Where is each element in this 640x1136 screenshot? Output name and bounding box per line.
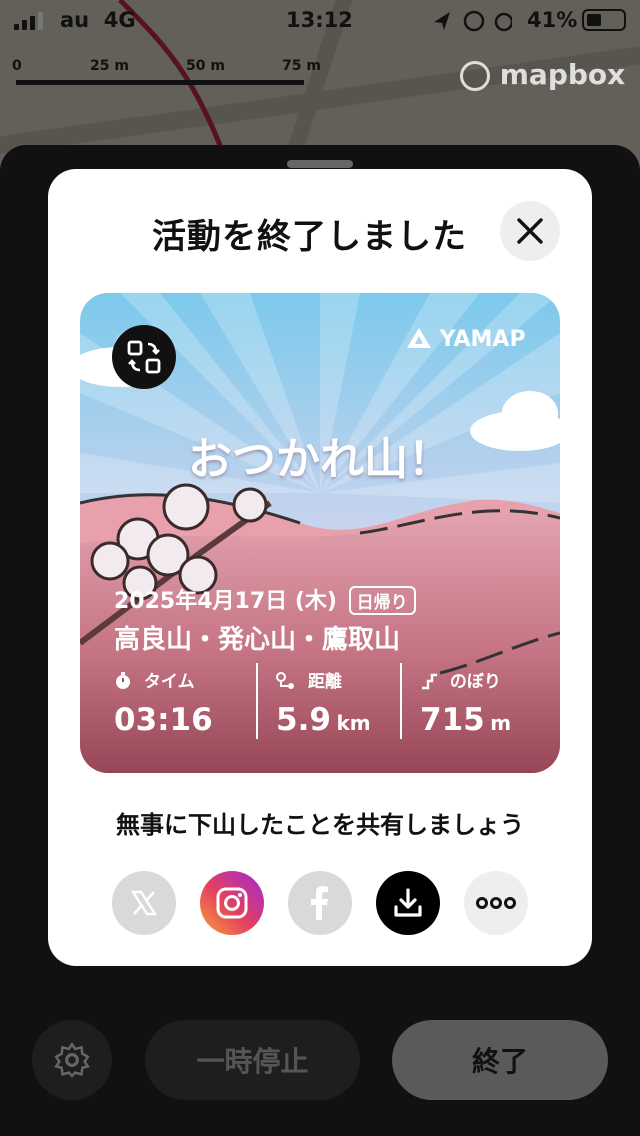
more-options-button[interactable] bbox=[464, 871, 528, 935]
pause-button[interactable]: 一時停止 bbox=[145, 1020, 360, 1100]
activity-date: 2025年4月17日 (木) 日帰り bbox=[114, 583, 416, 615]
signal-icon bbox=[14, 12, 43, 30]
close-button[interactable] bbox=[500, 201, 560, 261]
card-headline: おつかれ山！ bbox=[188, 434, 452, 485]
rotation-lock-icon bbox=[463, 10, 485, 32]
location-icon bbox=[434, 12, 450, 30]
carrier-label: au 4G bbox=[60, 8, 136, 32]
stat-ascent: のぼり 715 m bbox=[420, 672, 512, 738]
modal-title: 活動を終了しました bbox=[152, 217, 467, 257]
finish-button[interactable]: 終了 bbox=[392, 1020, 608, 1100]
more-icon bbox=[476, 897, 516, 909]
stopwatch-icon bbox=[116, 672, 130, 689]
instagram-icon bbox=[216, 887, 248, 919]
share-prompt: 無事に下山したことを共有しましょう bbox=[116, 811, 524, 839]
share-facebook-button[interactable] bbox=[288, 871, 352, 935]
facebook-icon bbox=[311, 886, 328, 920]
mapbox-attribution[interactable]: mapbox bbox=[460, 58, 625, 91]
status-icons bbox=[434, 10, 512, 32]
stat-divider bbox=[256, 663, 258, 739]
mountain-names: 高良山・発心山・鷹取山 bbox=[114, 625, 401, 655]
route-pin-icon bbox=[276, 672, 294, 689]
download-icon bbox=[394, 888, 422, 917]
share-buttons bbox=[112, 871, 528, 935]
alarm-icon bbox=[494, 12, 512, 32]
stat-divider bbox=[400, 663, 402, 739]
gear-icon bbox=[54, 1041, 90, 1078]
battery-percent: 41% bbox=[527, 8, 578, 32]
x-logo-icon bbox=[130, 890, 158, 916]
summary-card: YAMAP おつかれ山！ 2025年4月17日 (木) 日帰り 高良山・発心山・… bbox=[80, 293, 560, 773]
mapbox-logo-icon bbox=[460, 61, 490, 91]
share-instagram-button[interactable] bbox=[200, 871, 264, 935]
download-button[interactable] bbox=[376, 871, 440, 935]
status-time: 13:12 bbox=[286, 8, 353, 32]
sheet-grabber[interactable] bbox=[287, 160, 353, 168]
battery-icon bbox=[582, 9, 626, 31]
share-x-button[interactable] bbox=[112, 871, 176, 935]
settings-button[interactable] bbox=[32, 1020, 112, 1100]
close-icon bbox=[517, 218, 543, 244]
stat-distance: 距離 5.9 km bbox=[276, 672, 371, 738]
activity-complete-modal: 活動を終了しました YAMAP おつかれ山！ 2025年4月17日 (木) 日帰… bbox=[48, 169, 592, 966]
switch-card-button[interactable] bbox=[112, 325, 176, 389]
yamap-logo-icon bbox=[407, 328, 431, 348]
yamap-logo: YAMAP bbox=[406, 327, 526, 352]
status-bar: au 4G 13:12 41% bbox=[0, 0, 640, 40]
swap-icon bbox=[127, 340, 161, 374]
trip-type-badge: 日帰り bbox=[348, 586, 416, 615]
ascent-icon bbox=[422, 673, 437, 690]
stat-time: タイム 03:16 bbox=[114, 672, 213, 738]
